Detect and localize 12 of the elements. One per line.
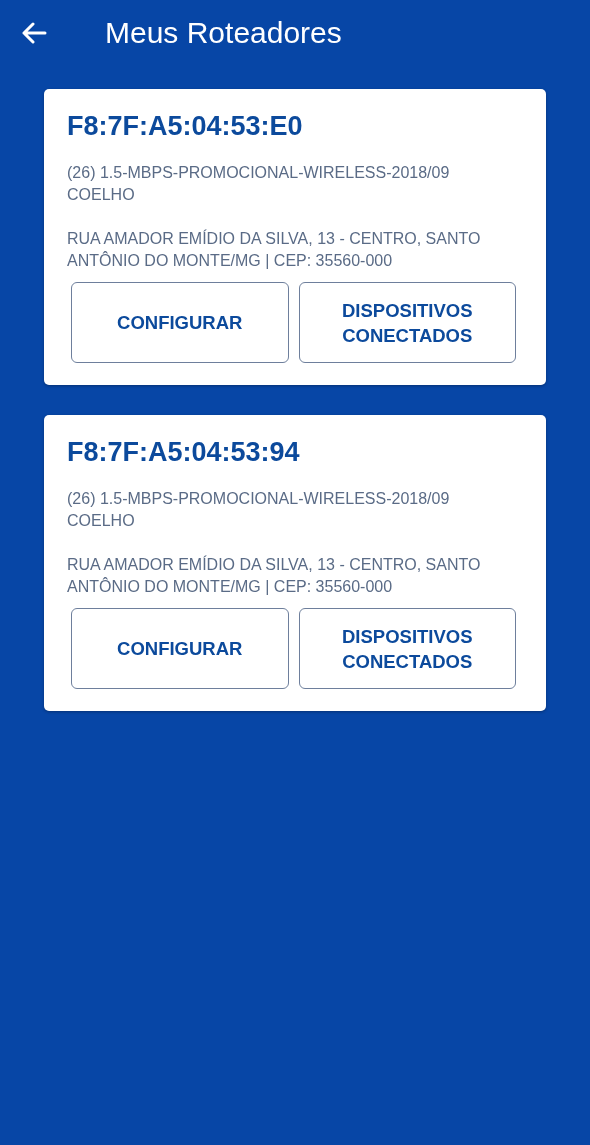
mac-address: F8:7F:A5:04:53:E0 bbox=[67, 111, 304, 142]
plan-name: (26) 1.5-MBPS-PROMOCIONAL-WIRELESS-2018/09 COELHO bbox=[67, 489, 451, 531]
address-text: RUA AMADOR EMÍDIO DA SILVA, 13 - CENTRO, SANTO ANTÔNIO DO MONTE/MG | CEP: 35560-000 bbox=[67, 554, 482, 597]
plan-name: (26) 1.5-MBPS-PROMOCIONAL-WIRELESS-2018/09 COELHO bbox=[67, 163, 451, 205]
action-button[interactable]: DISPOSITIVOS CONECTADOS bbox=[298, 282, 516, 363]
address-text: RUA AMADOR EMÍDIO DA SILVA, 13 - CENTRO, SANTO ANTÔNIO DO MONTE/MG | CEP: 35560-000 bbox=[67, 228, 482, 271]
page-title: Meus Roteadores bbox=[105, 15, 342, 50]
action-button[interactable]: CONFIGURAR bbox=[71, 608, 289, 689]
back-arrow-icon[interactable] bbox=[21, 21, 47, 44]
action-button[interactable]: CONFIGURAR bbox=[71, 282, 289, 363]
action-button[interactable]: DISPOSITIVOS CONECTADOS bbox=[298, 608, 516, 689]
mac-address: F8:7F:A5:04:53:94 bbox=[67, 437, 301, 468]
